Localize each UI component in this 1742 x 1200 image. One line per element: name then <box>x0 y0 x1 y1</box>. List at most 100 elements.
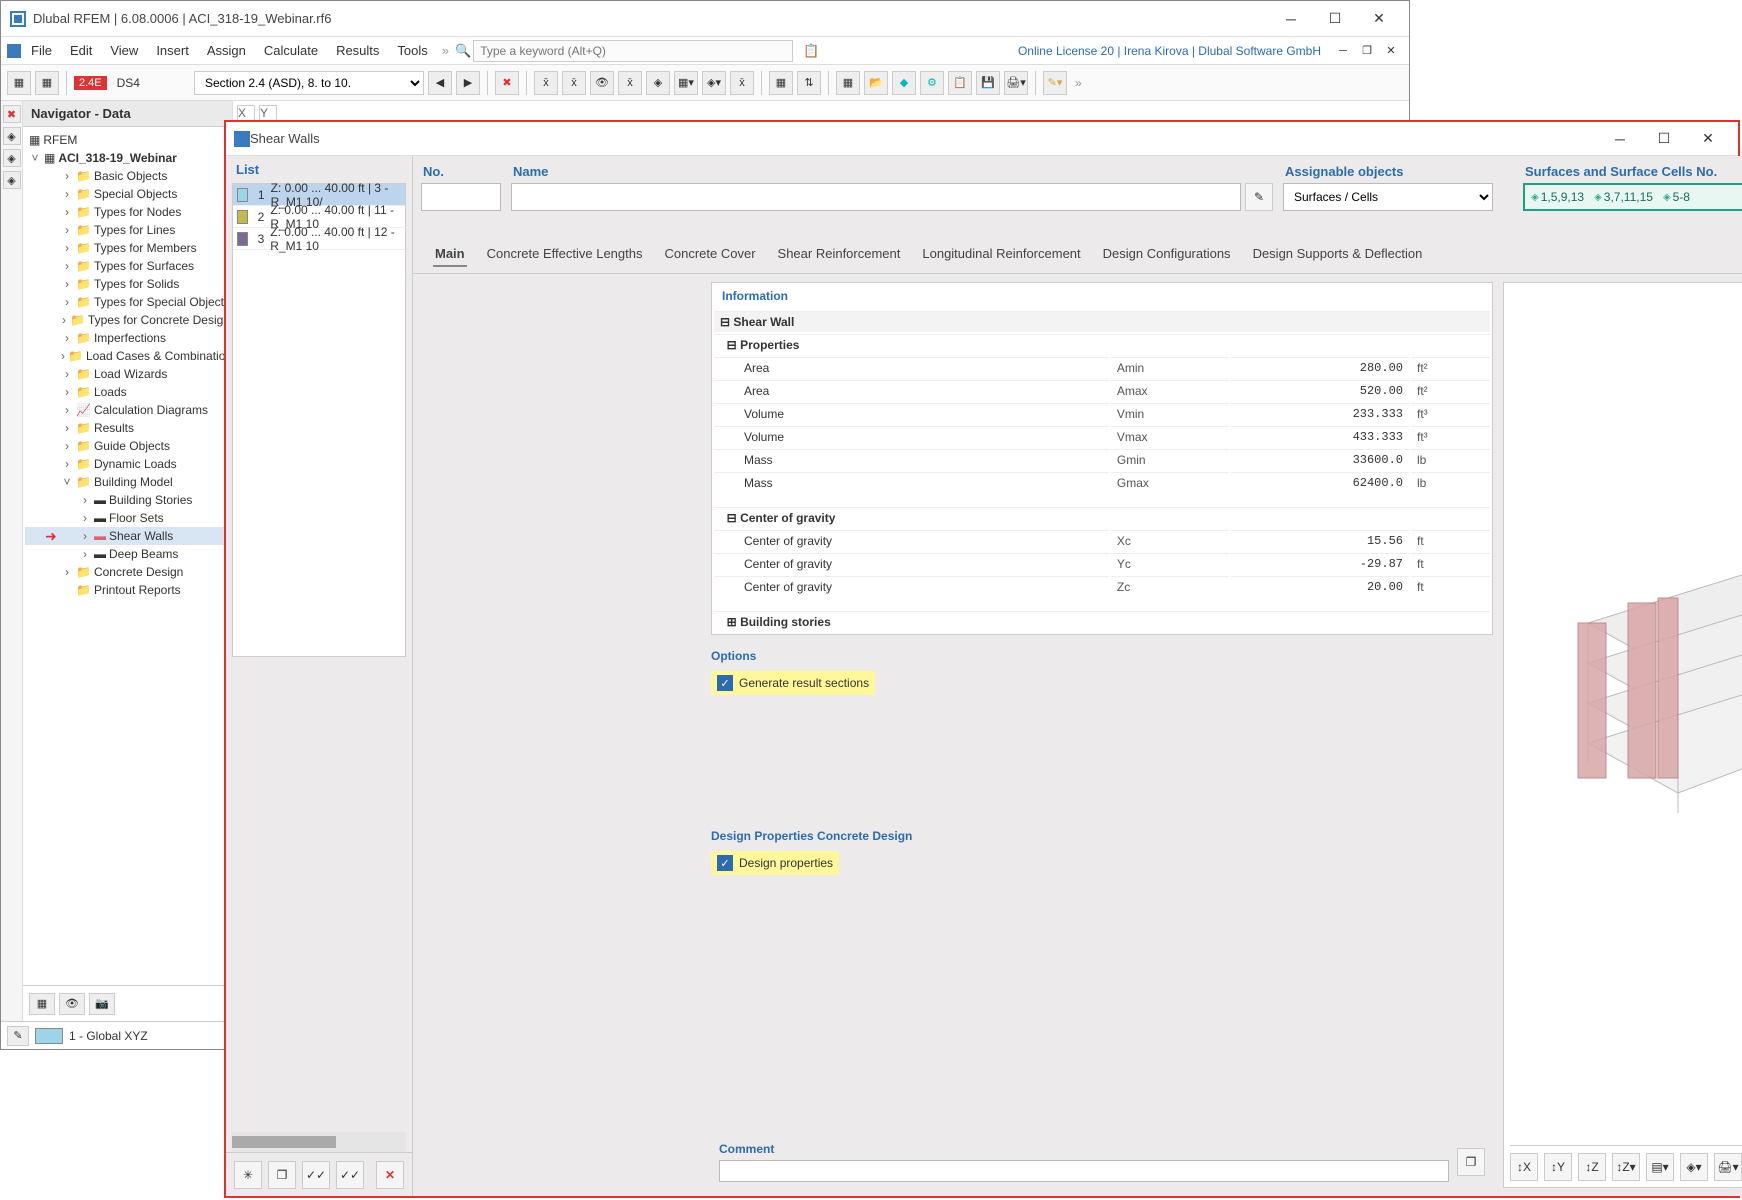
tree-item[interactable]: ›📁Types for Special Objects <box>25 293 230 311</box>
menu-tools[interactable]: Tools <box>389 40 435 61</box>
menu-file[interactable]: File <box>23 40 60 61</box>
tab-main[interactable]: Main <box>433 242 467 267</box>
strip-button[interactable]: ◈ <box>3 171 21 189</box>
toolbar-button[interactable]: x̄ <box>618 71 642 95</box>
next-button[interactable]: ▶ <box>456 71 480 95</box>
tree-item[interactable]: ›📁Types for Nodes <box>25 203 230 221</box>
tree-item[interactable]: ›📁Types for Concrete Design <box>25 311 230 329</box>
tree-item[interactable]: ›📁Dynamic Loads <box>25 455 230 473</box>
search-input[interactable] <box>473 40 793 62</box>
strip-button[interactable]: ✖ <box>3 105 21 123</box>
dialog-minimize-button[interactable]: ─ <box>1598 124 1642 154</box>
print-button[interactable]: 🖨▾ <box>1004 71 1028 95</box>
nav-camera-button[interactable]: 📷 <box>89 993 115 1015</box>
tree-deep-beams[interactable]: ›▬Deep Beams <box>25 545 230 563</box>
toolbar-button[interactable]: x̄ <box>730 71 754 95</box>
toolbar-overflow-icon[interactable]: » <box>1071 76 1086 90</box>
surfaces-input[interactable]: ◈1,5,9,13 ◈3,7,11,15 ◈5-8 <box>1523 183 1742 211</box>
close-button[interactable]: ✕ <box>1357 4 1401 34</box>
new-item-button[interactable]: ✳ <box>234 1161 262 1189</box>
tree-root[interactable]: ▦RFEM <box>25 131 230 149</box>
list-rows[interactable]: 1Z: 0.00 ... 40.00 ft | 3 - R_M1 10/2Z: … <box>232 183 406 657</box>
strip-button[interactable]: ◈ <box>3 127 21 145</box>
maximize-button[interactable]: ☐ <box>1313 4 1357 34</box>
tree-item[interactable]: ›📁Types for Surfaces <box>25 257 230 275</box>
vp-iso-button[interactable]: ↕Z▾ <box>1612 1153 1640 1181</box>
menu-view[interactable]: View <box>102 40 146 61</box>
menu-results[interactable]: Results <box>328 40 387 61</box>
toolbar-button[interactable]: ▦ <box>35 71 59 95</box>
menu-edit[interactable]: Edit <box>62 40 100 61</box>
tab-concrete-effective-lengths[interactable]: Concrete Effective Lengths <box>485 242 645 267</box>
tab-design-supports-deflection[interactable]: Design Supports & Deflection <box>1251 242 1425 267</box>
tree-item[interactable]: ›📁Types for Lines <box>25 221 230 239</box>
no-input[interactable] <box>421 183 501 211</box>
tree-item[interactable]: ›📁Types for Members <box>25 239 230 257</box>
tree-item[interactable]: ›📁Special Objects <box>25 185 230 203</box>
prev-button[interactable]: ◀ <box>428 71 452 95</box>
tree-building-model[interactable]: ˅📁Building Model <box>25 473 230 491</box>
check-button[interactable]: ✓✓ <box>336 1161 364 1189</box>
tree-project[interactable]: ˅▦ACI_318-19_Webinar <box>25 149 230 167</box>
tree-item[interactable]: ›📁Guide Objects <box>25 437 230 455</box>
nav-eye-button[interactable]: 👁 <box>59 993 85 1015</box>
toolbar-button[interactable]: x̄ <box>534 71 558 95</box>
tree-item[interactable]: ›📁Results <box>25 419 230 437</box>
toolbar-button[interactable]: ✖ <box>495 71 519 95</box>
copy-item-button[interactable]: ❐ <box>268 1161 296 1189</box>
dialog-maximize-button[interactable]: ☐ <box>1642 124 1686 154</box>
tab-longitudinal-reinforcement[interactable]: Longitudinal Reinforcement <box>920 242 1082 267</box>
tab-design-configurations[interactable]: Design Configurations <box>1101 242 1233 267</box>
comment-input[interactable] <box>719 1160 1449 1182</box>
toolbar-button[interactable]: ▦ <box>7 71 31 95</box>
navigator-tree[interactable]: ▦RFEM ˅▦ACI_318-19_Webinar ›📁Basic Objec… <box>23 127 232 985</box>
design-properties-checkbox[interactable]: ✓ Design properties <box>711 851 839 875</box>
toolbar-button[interactable]: ▦ <box>836 71 860 95</box>
edit-name-button[interactable]: ✎ <box>1245 183 1273 211</box>
toolbar-button[interactable]: ◈▾ <box>702 71 726 95</box>
tab-concrete-cover[interactable]: Concrete Cover <box>662 242 757 267</box>
vp-axis-x-button[interactable]: ↕X <box>1510 1153 1538 1181</box>
name-input[interactable] <box>511 183 1241 211</box>
tree-item[interactable]: ›📁Loads <box>25 383 230 401</box>
vp-axis-y-button[interactable]: ↕Y <box>1544 1153 1572 1181</box>
toolbar-button[interactable]: 📋 <box>948 71 972 95</box>
tree-item[interactable]: ›📁Load Cases & Combinations <box>25 347 230 365</box>
tree-floor-sets[interactable]: ›▬Floor Sets <box>25 509 230 527</box>
tab-shear-reinforcement[interactable]: Shear Reinforcement <box>776 242 903 267</box>
toolbar-button[interactable]: ◈ <box>646 71 670 95</box>
toolbar-button[interactable]: x̄ <box>562 71 586 95</box>
dialog-close-button[interactable]: ✕ <box>1686 124 1730 154</box>
toolbar-button[interactable]: ◆ <box>892 71 916 95</box>
tree-item[interactable]: ›📁Load Wizards <box>25 365 230 383</box>
section-select[interactable]: Section 2.4 (ASD), 8. to 10. <box>194 71 424 95</box>
tree-item[interactable]: ›📈Calculation Diagrams <box>25 401 230 419</box>
tree-item[interactable]: ›📁Basic Objects <box>25 167 230 185</box>
viewport-3d[interactable]: Z Y X ↕X ↕Y ↕Z ↕Z▾ <box>1503 282 1742 1188</box>
list-scrollbar[interactable] <box>232 1132 406 1152</box>
delete-button[interactable]: ✕ <box>376 1161 404 1189</box>
menu-calculate[interactable]: Calculate <box>256 40 326 61</box>
toolbar-button[interactable]: ⇅ <box>797 71 821 95</box>
assignable-select[interactable]: Surfaces / Cells <box>1283 183 1493 211</box>
toolbar-button[interactable]: ▦ <box>769 71 793 95</box>
tree-concrete-design[interactable]: ›📁Concrete Design <box>25 563 230 581</box>
generate-result-sections-checkbox[interactable]: ✓ Generate result sections <box>711 671 875 695</box>
save-button[interactable]: 💾 <box>976 71 1000 95</box>
toolbar-button[interactable]: ✎▾ <box>1043 71 1067 95</box>
menu-assign[interactable]: Assign <box>199 40 254 61</box>
nav-tool-button[interactable]: ▦ <box>29 993 55 1015</box>
toolbar-button[interactable]: ▦▾ <box>674 71 698 95</box>
tree-printout-reports[interactable]: 📁Printout Reports <box>25 581 230 599</box>
mdi-close-button[interactable]: ✕ <box>1379 41 1403 61</box>
list-item[interactable]: 3Z: 0.00 ... 40.00 ft | 12 - R_M1 10 <box>233 228 405 250</box>
mdi-restore-button[interactable]: ❐ <box>1355 41 1379 61</box>
cs-icon[interactable]: ✎ <box>7 1026 29 1046</box>
mdi-minimize-button[interactable]: ─ <box>1331 41 1355 61</box>
vp-layers-button[interactable]: ▤▾ <box>1646 1153 1674 1181</box>
menu-overflow-icon[interactable]: » <box>438 43 453 58</box>
app-menu-icon[interactable] <box>7 44 21 58</box>
tree-shear-walls[interactable]: ➜›▬Shear Walls <box>25 527 230 545</box>
minimize-button[interactable]: ─ <box>1269 4 1313 34</box>
open-folder-button[interactable]: 📂 <box>864 71 888 95</box>
